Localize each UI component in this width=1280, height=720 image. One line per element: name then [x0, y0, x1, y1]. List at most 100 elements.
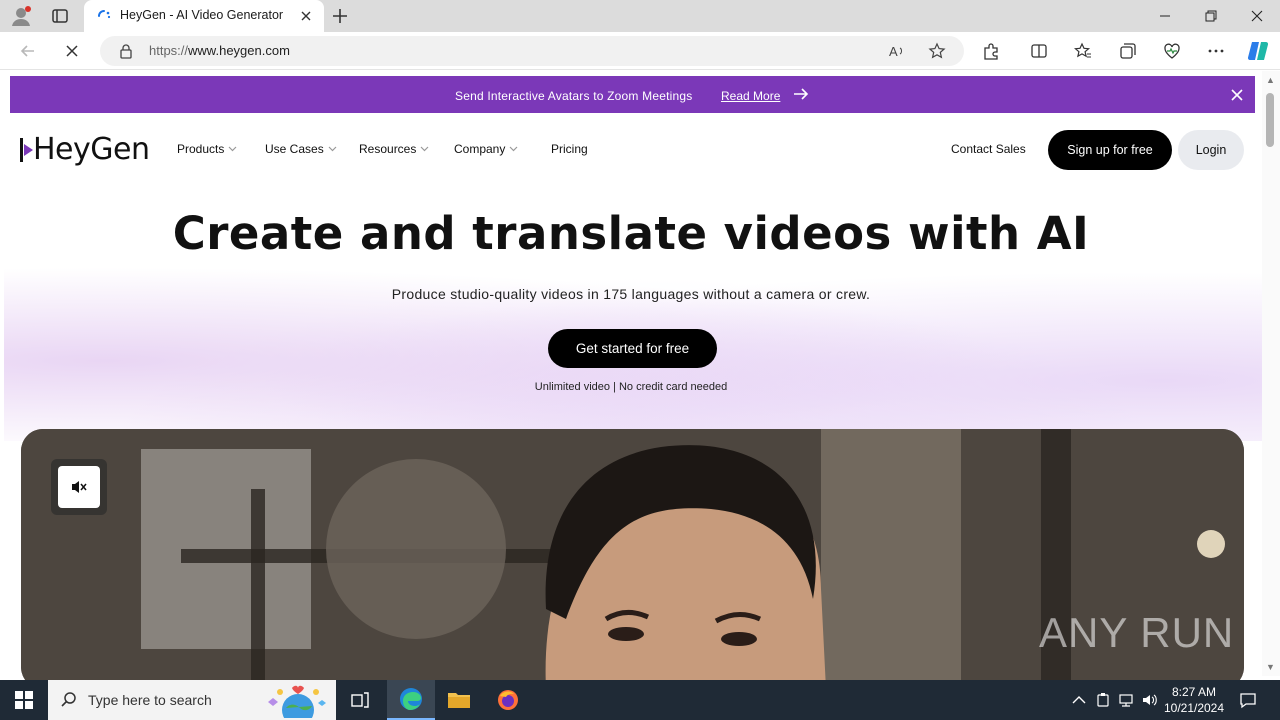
close-banner-icon[interactable] [1229, 87, 1245, 103]
hero-video[interactable]: ANY RUN [21, 429, 1244, 680]
edge-browser-icon [400, 688, 422, 710]
announcement-banner: Send Interactive Avatars to Zoom Meeting… [10, 76, 1255, 113]
login-button[interactable]: Login [1178, 130, 1244, 170]
nav-resources[interactable]: Resources [359, 142, 429, 156]
sign-up-button[interactable]: Sign up for free [1048, 130, 1172, 170]
clock-date: 10/21/2024 [1163, 701, 1225, 715]
chevron-down-icon [420, 146, 429, 152]
windows-taskbar: Type here to search 8:27 AM 10/21/2024 [0, 680, 1280, 720]
cta-note: Unlimited video | No credit card needed [534, 381, 728, 393]
arrow-right-icon[interactable] [792, 86, 810, 102]
scroll-thumb[interactable] [1266, 93, 1274, 147]
back-arrow-icon [20, 45, 34, 57]
task-view-icon [351, 692, 369, 708]
clock-time: 8:27 AM [1171, 685, 1217, 699]
chevron-up-icon [1072, 696, 1086, 704]
nav-company[interactable]: Company [454, 142, 518, 156]
tab-actions-icon[interactable] [50, 6, 70, 26]
banner-read-more-link[interactable]: Read More [721, 89, 780, 103]
chevron-down-icon [228, 146, 237, 152]
task-view-button[interactable] [336, 680, 384, 720]
network-button[interactable] [1117, 691, 1135, 709]
scroll-up-icon[interactable]: ▲ [1266, 75, 1275, 85]
profile-icon[interactable] [10, 5, 32, 27]
site-header: HeyGen Products Use Cases Resources Comp… [0, 123, 1262, 173]
browser-essentials-button[interactable] [1162, 41, 1182, 61]
nav-label: Pricing [551, 142, 588, 156]
nav-label: Company [454, 142, 506, 156]
volume-button[interactable] [1141, 691, 1159, 709]
favorites-icon [1074, 42, 1091, 58]
taskbar-edge[interactable] [387, 680, 435, 720]
nav-label: Products [177, 142, 225, 156]
tab-heygen[interactable]: HeyGen - AI Video Generator [84, 0, 324, 32]
contact-sales-link[interactable]: Contact Sales [951, 142, 1026, 156]
search-placeholder: Type here to search [88, 692, 212, 708]
browser-toolbar: https://www.heygen.com A [0, 32, 1280, 70]
split-screen-button[interactable] [1029, 41, 1049, 61]
favorite-star-icon[interactable] [928, 42, 946, 60]
favorites-button[interactable] [1073, 41, 1093, 61]
address-bar[interactable]: https://www.heygen.com A [100, 36, 964, 66]
close-tab-icon[interactable] [298, 8, 314, 24]
tray-overflow-icon[interactable] [1070, 691, 1088, 709]
nav-pricing[interactable]: Pricing [551, 142, 588, 156]
search-highlight-illustration-icon [268, 685, 326, 718]
tab-title: HeyGen - AI Video Generator [120, 8, 284, 22]
tray-app-icon[interactable] [1094, 691, 1112, 709]
close-window-button[interactable] [1234, 4, 1280, 28]
settings-menu-button[interactable] [1206, 41, 1226, 61]
folder-icon [448, 693, 470, 708]
windows-logo-icon [15, 691, 33, 709]
logo-play-mark-icon [20, 138, 33, 162]
logo-text: HeyGen [33, 132, 150, 167]
nav-label: Resources [359, 142, 417, 156]
loading-spinner-icon [98, 10, 111, 19]
read-aloud-icon[interactable]: A [888, 42, 906, 60]
scroll-down-icon[interactable]: ▼ [1266, 662, 1275, 672]
nav-label: Use Cases [265, 142, 324, 156]
url-text[interactable]: https://www.heygen.com [149, 43, 290, 58]
taskbar-clock[interactable]: 8:27 AM 10/21/2024 [1160, 684, 1228, 716]
device-icon [1097, 693, 1109, 707]
notification-icon [1240, 693, 1256, 709]
new-tab-icon[interactable] [330, 6, 350, 26]
nav-products[interactable]: Products [177, 142, 237, 156]
search-icon [61, 692, 76, 707]
lock-icon[interactable] [118, 43, 134, 59]
url-host: www.heygen.com [188, 43, 290, 58]
back-button[interactable] [17, 40, 39, 62]
taskbar-file-explorer[interactable] [435, 680, 483, 720]
taskbar-search-box[interactable]: Type here to search [48, 680, 336, 720]
minimize-button[interactable] [1142, 4, 1188, 28]
hero-subtitle: Produce studio-quality videos in 175 lan… [391, 286, 871, 302]
puzzle-icon [984, 43, 998, 60]
network-icon [1119, 694, 1133, 707]
restore-button[interactable] [1188, 4, 1234, 28]
get-started-button[interactable]: Get started for free [548, 329, 717, 368]
copilot-icon [1247, 41, 1269, 61]
heygen-logo[interactable]: HeyGen [20, 132, 150, 167]
page-scrollbar[interactable]: ▲ ▼ [1262, 71, 1280, 676]
collections-button[interactable] [1118, 41, 1138, 61]
mute-toggle-button[interactable] [51, 459, 107, 515]
nav-use-cases[interactable]: Use Cases [265, 142, 337, 156]
restore-icon [1205, 10, 1217, 22]
stop-loading-button[interactable] [61, 40, 83, 62]
split-screen-icon [1031, 44, 1047, 58]
action-center-button[interactable] [1238, 690, 1258, 710]
copilot-button[interactable] [1246, 39, 1270, 63]
hero-title: Create and translate videos with AI [172, 207, 1090, 260]
url-scheme: https:// [149, 43, 189, 58]
heart-pulse-icon [1164, 43, 1180, 59]
firefox-icon [498, 690, 518, 710]
start-button[interactable] [0, 680, 48, 720]
mute-button-face [58, 466, 100, 508]
minimize-icon [1160, 15, 1170, 17]
muted-speaker-icon [72, 481, 87, 493]
banner-text: Send Interactive Avatars to Zoom Meeting… [455, 89, 693, 103]
chevron-down-icon [509, 146, 518, 152]
anyrun-watermark: ANY RUN [1039, 609, 1235, 656]
extensions-button[interactable] [981, 41, 1001, 61]
taskbar-firefox[interactable] [484, 680, 532, 720]
